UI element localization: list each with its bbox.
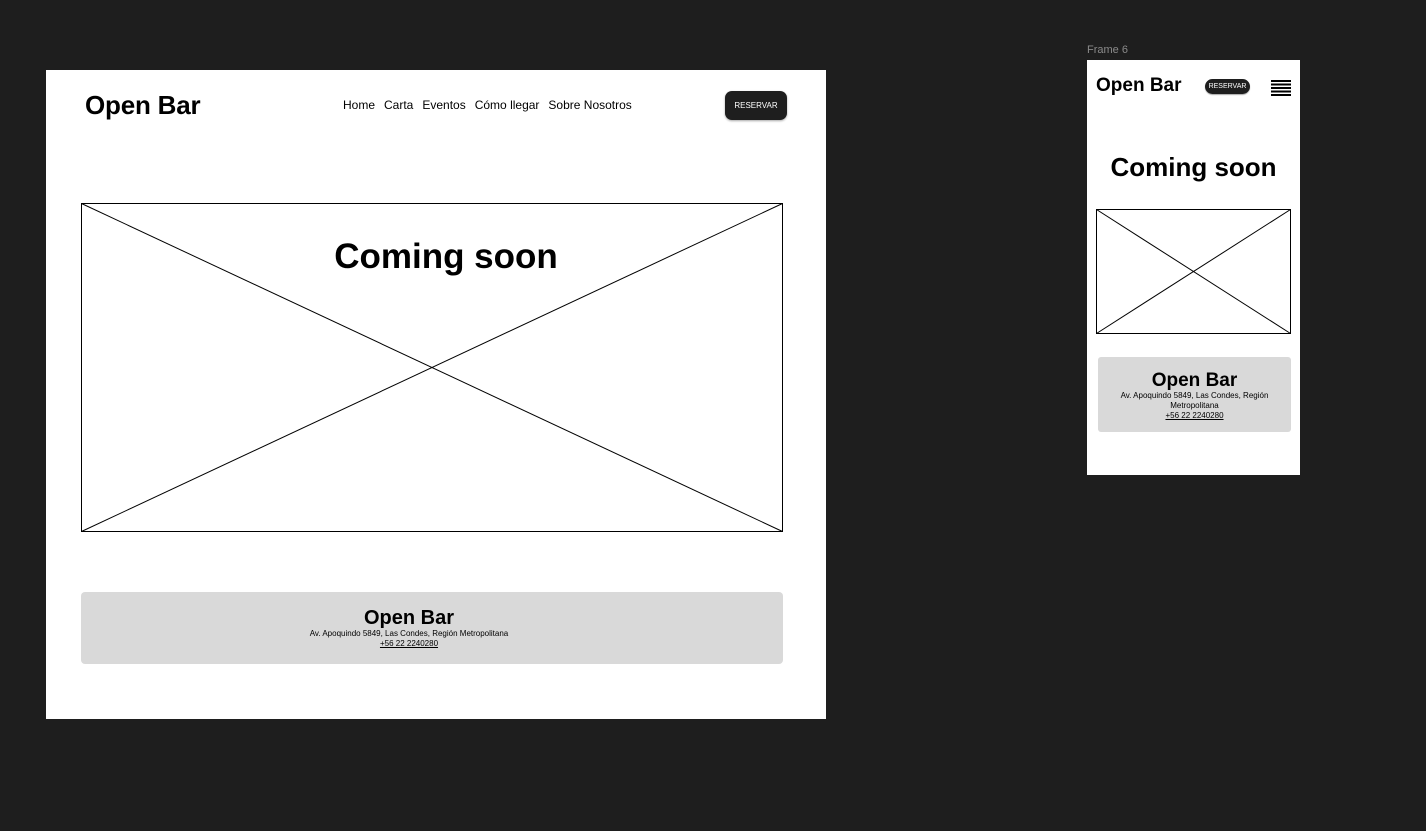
footer-address: Av. Apoquindo 5849, Las Condes, Región M…: [309, 629, 509, 638]
hero-title: Coming soon: [334, 237, 558, 276]
footer: Open Bar Av. Apoquindo 5849, Las Condes,…: [81, 592, 783, 664]
nav-item-carta[interactable]: Carta: [384, 98, 413, 112]
footer-phone-link[interactable]: +56 22 2240280: [81, 639, 737, 648]
frame-label[interactable]: Frame 6: [1087, 44, 1128, 56]
mobile-footer-phone-link[interactable]: +56 22 2240280: [1098, 411, 1291, 421]
mobile-frame[interactable]: Open Bar RESERVAR Coming soon Open Bar A…: [1087, 60, 1300, 475]
image-placeholder-icon: [1096, 209, 1291, 334]
mobile-footer: Open Bar Av. Apoquindo 5849, Las Condes,…: [1098, 357, 1291, 432]
hamburger-menu-icon[interactable]: [1271, 80, 1291, 96]
mobile-footer-address: Av. Apoquindo 5849, Las Condes, Región M…: [1120, 391, 1269, 410]
nav-item-home[interactable]: Home: [343, 98, 375, 112]
mobile-reserve-button[interactable]: RESERVAR: [1205, 79, 1250, 94]
mobile-hero-title: Coming soon: [1110, 152, 1277, 182]
desktop-frame[interactable]: Open Bar Home Carta Eventos Cómo llegar …: [46, 70, 826, 719]
nav-item-eventos[interactable]: Eventos: [422, 98, 465, 112]
hero-image-placeholder: Coming soon: [81, 203, 783, 532]
reserve-button[interactable]: RESERVAR: [725, 91, 787, 120]
design-canvas: Open Bar Home Carta Eventos Cómo llegar …: [0, 0, 1426, 831]
mobile-footer-title: Open Bar: [1151, 370, 1238, 391]
nav-item-como-llegar[interactable]: Cómo llegar: [475, 98, 540, 112]
footer-title: Open Bar: [363, 607, 455, 629]
main-nav: Home Carta Eventos Cómo llegar Sobre Nos…: [343, 98, 632, 112]
nav-item-sobre-nosotros[interactable]: Sobre Nosotros: [548, 98, 631, 112]
mobile-image-placeholder: [1096, 209, 1291, 334]
mobile-logo[interactable]: Open Bar: [1096, 75, 1182, 97]
site-logo[interactable]: Open Bar: [85, 90, 201, 121]
